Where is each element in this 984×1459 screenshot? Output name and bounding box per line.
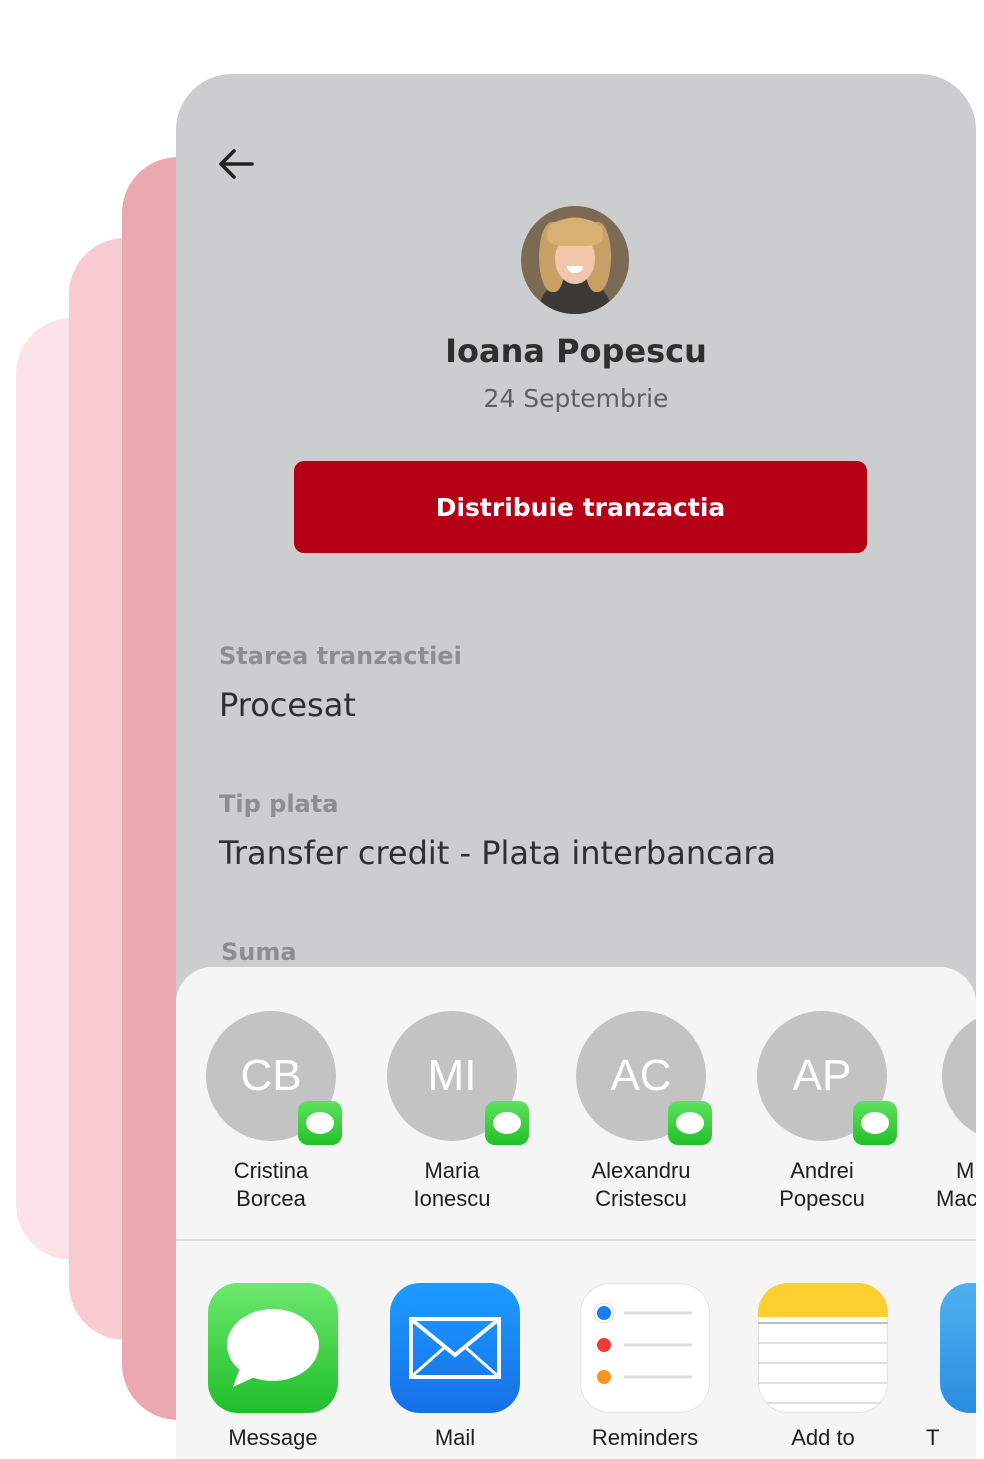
contact-initials-avatar (942, 1011, 976, 1141)
transaction-date: 24 Septembrie (483, 384, 669, 413)
arrow-left-icon (219, 149, 254, 179)
back-button[interactable] (212, 140, 260, 188)
status-label: Starea tranzactiei (219, 642, 462, 670)
contact-label: Andrei Popescu (779, 1158, 865, 1211)
share-transaction-button[interactable]: Distribuie tranzactia (294, 461, 867, 553)
imessage-icon (668, 1101, 712, 1145)
share-sheet: CB Cristina Borcea MI Maria Ionescu AC A… (176, 967, 976, 1459)
mail-app-icon (390, 1283, 520, 1413)
payment-type-value: Transfer credit - Plata interbancara (219, 834, 777, 872)
contact-label: Maria Ionescu (413, 1158, 491, 1211)
contact-label: M Mac (936, 1158, 976, 1211)
app-label: Mail (434, 1425, 476, 1450)
imessage-icon (853, 1101, 897, 1145)
sum-label: Suma (221, 938, 297, 966)
app-label: T (926, 1425, 940, 1450)
share-apps-row[interactable]: Message Mail Reminders Add to T (176, 1241, 976, 1459)
imessage-icon (485, 1101, 529, 1145)
share-people-row[interactable]: CB Cristina Borcea MI Maria Ionescu AC A… (176, 967, 976, 1239)
contact-name: Ioana Popescu (445, 332, 707, 370)
reminders-app-icon (580, 1283, 710, 1413)
imessage-icon (298, 1101, 342, 1145)
contact-avatar (521, 206, 629, 314)
status-value: Procesat (219, 686, 356, 724)
contact-label: Alexandru Cristescu (591, 1158, 691, 1211)
contact-label: Cristina Borcea (233, 1158, 309, 1211)
app-label: Message (228, 1425, 318, 1450)
twitter-app-icon (940, 1283, 976, 1413)
app-label: Add to (791, 1425, 855, 1450)
app-label: Reminders (591, 1425, 699, 1450)
message-app-icon (208, 1283, 338, 1413)
phone-screen: Ioana Popescu 24 Septembrie Distribuie t… (176, 74, 976, 1459)
notes-app-icon (758, 1283, 888, 1413)
payment-type-label: Tip plata (219, 790, 339, 818)
